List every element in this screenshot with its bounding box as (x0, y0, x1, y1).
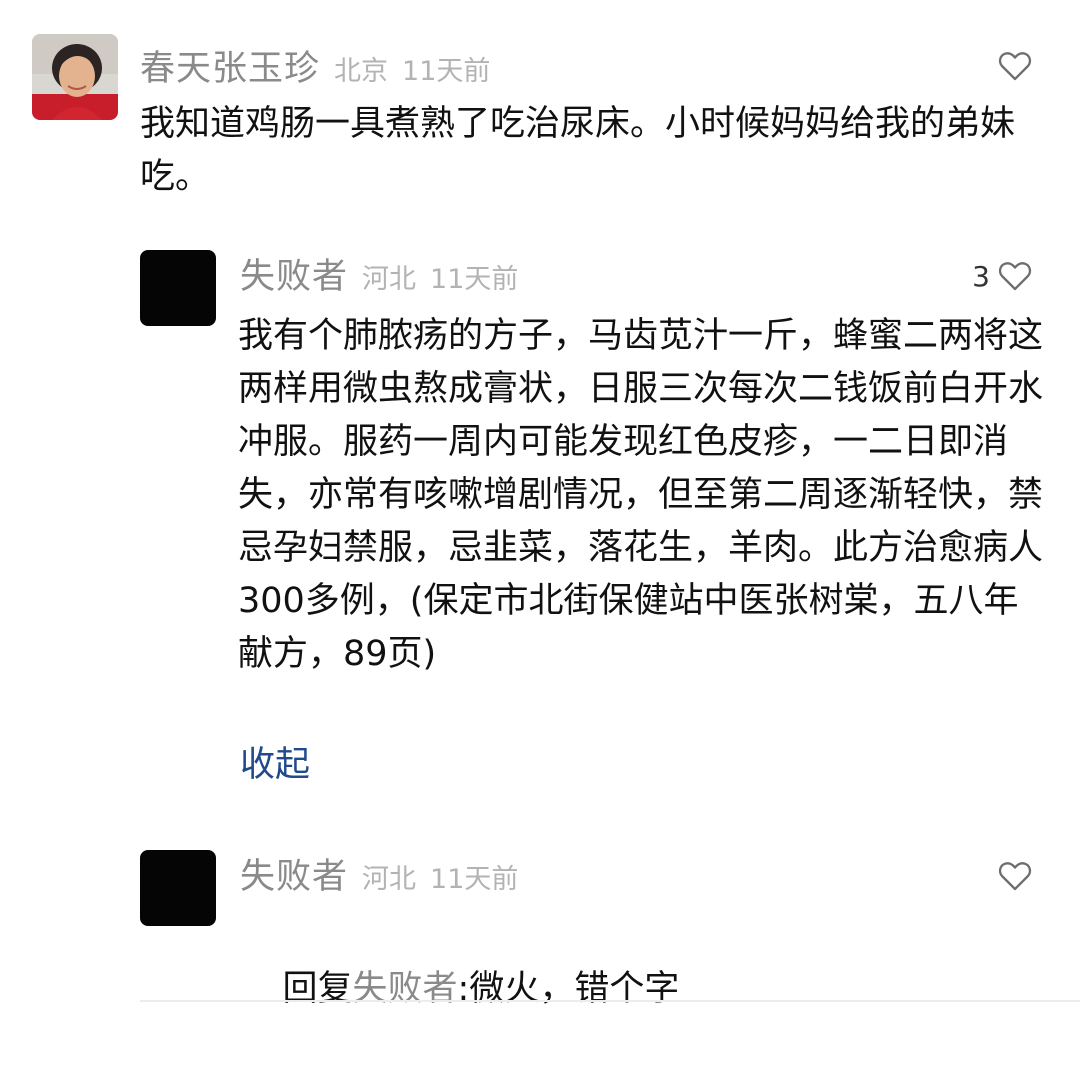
avatar-photo (32, 34, 118, 120)
comment-meta: 春天张玉珍 北京 11天前 (140, 40, 490, 90)
heart-outline-icon (998, 862, 1032, 891)
comment-text: 回复失败者:微火，错个字 (238, 910, 1043, 1069)
comment-text: 我有个肺脓疡的方子，马齿苋汁一斤，蜂蜜二两将这两样用微虫熬成膏状，日服三次每次二… (238, 316, 1044, 674)
heart-outline-icon (998, 52, 1032, 81)
like-button[interactable] (998, 856, 1032, 896)
location: 河北 (362, 264, 417, 295)
comment-meta: 失败者 河北 11天前 (240, 848, 518, 898)
comment-item: 春天张玉珍 北京 11天前 我知道鸡肠一具煮熟了吃治尿床。小时候妈妈给我的弟妹吃… (0, 0, 1080, 230)
comment-text: 我知道鸡肠一具煮熟了吃治尿床。小时候妈妈给我的弟妹吃。 (140, 104, 1016, 197)
reply-item: 失败者 河北 11天前 回复失败者:微火，错个字 (0, 840, 1080, 1009)
divider (140, 1000, 1080, 1002)
avatar[interactable] (140, 250, 216, 326)
username[interactable]: 失败者 (240, 848, 348, 899)
timestamp: 11天前 (402, 56, 491, 87)
heart-outline-icon (998, 262, 1032, 291)
reply-target-username[interactable]: 失败者 (353, 969, 458, 1009)
timestamp: 11天前 (430, 864, 519, 895)
reply-item: 失败者 河北 11天前 3 我有个肺脓疡的方子，马齿苋汁一斤，蜂蜜二两将这两样用… (0, 240, 1080, 800)
comment-meta: 失败者 河北 11天前 (240, 248, 518, 298)
location: 北京 (334, 56, 389, 87)
reply-prefix: 回复 (282, 969, 353, 1009)
avatar[interactable] (32, 34, 118, 120)
like-button[interactable]: 3 (972, 256, 1032, 296)
collapse-link[interactable]: 收起 (240, 736, 310, 787)
username[interactable]: 春天张玉珍 (140, 40, 320, 91)
username[interactable]: 失败者 (240, 248, 348, 299)
location: 河北 (362, 864, 417, 895)
reply-text: :微火，错个字 (457, 969, 680, 1009)
timestamp: 11天前 (430, 264, 519, 295)
like-button[interactable] (998, 46, 1032, 86)
like-count: 3 (972, 259, 990, 293)
avatar[interactable] (140, 850, 216, 926)
